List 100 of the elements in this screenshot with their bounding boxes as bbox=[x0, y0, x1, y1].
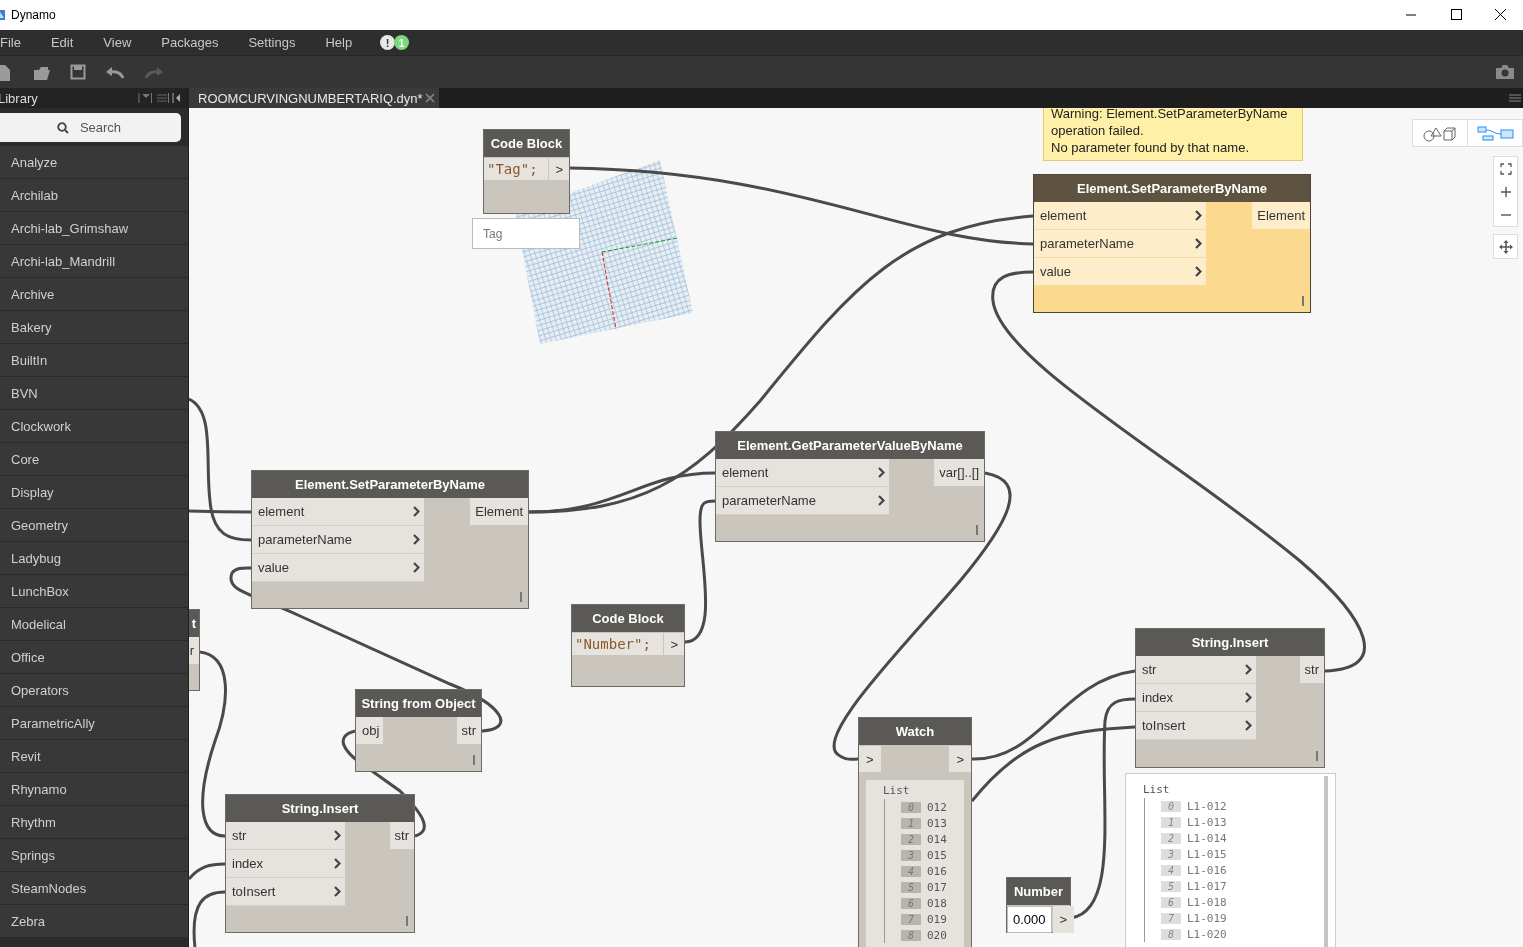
library-category[interactable]: Archi-lab_Mandrill bbox=[0, 245, 188, 278]
warning-badge[interactable]: ! bbox=[380, 35, 396, 50]
input-port[interactable]: index bbox=[1136, 684, 1256, 712]
input-port[interactable]: str bbox=[226, 822, 345, 850]
library-category[interactable]: Archilab bbox=[0, 179, 188, 212]
graph-node[interactable]: String.Insert str index toInsert str bbox=[225, 794, 415, 933]
menu-item[interactable]: Help bbox=[325, 35, 353, 50]
output-port[interactable]: > bbox=[949, 746, 971, 772]
output-port[interactable]: Element bbox=[470, 498, 528, 525]
library-category[interactable]: Rhythm bbox=[0, 806, 188, 839]
pan-icon[interactable] bbox=[1498, 239, 1513, 254]
library-category[interactable]: Bakery bbox=[0, 311, 188, 344]
list-value: L1-014 bbox=[1187, 831, 1227, 845]
input-port[interactable]: parameterName bbox=[1034, 230, 1206, 258]
library-category[interactable]: Archi-lab_Grimshaw bbox=[0, 212, 188, 245]
input-port[interactable]: element bbox=[716, 459, 889, 487]
list-icon[interactable] bbox=[155, 93, 169, 103]
library-category[interactable]: Display bbox=[0, 476, 188, 509]
node-title: t bbox=[189, 610, 199, 637]
library-category[interactable]: ParametricAlly bbox=[0, 707, 188, 740]
menu-icon[interactable] bbox=[1509, 93, 1521, 103]
library-category[interactable]: Ladybug bbox=[0, 542, 188, 575]
node-title: Element.SetParameterByName bbox=[252, 471, 528, 498]
node-title: Code Block bbox=[572, 605, 684, 632]
library-category[interactable]: BVN bbox=[0, 377, 188, 410]
menu-item[interactable]: Packages bbox=[161, 35, 219, 50]
graph-node[interactable]: Element.SetParameterByName element parameterName value Element bbox=[1033, 174, 1311, 313]
library-category[interactable]: LunchBox bbox=[0, 575, 188, 608]
input-port[interactable]: toInsert bbox=[226, 878, 345, 906]
library-category[interactable]: Modelical bbox=[0, 608, 188, 641]
library-category[interactable]: Analyze bbox=[0, 146, 188, 179]
search-field[interactable]: Search bbox=[0, 113, 181, 142]
list-index: 4 bbox=[901, 865, 921, 877]
scrollbar-thumb[interactable] bbox=[1324, 776, 1328, 947]
menu-item[interactable]: View bbox=[103, 35, 132, 50]
output-port[interactable]: var[]..[] bbox=[934, 459, 984, 486]
file-tab[interactable]: ROOMCURVINGNUMBERTARIQ.dyn* bbox=[189, 88, 439, 108]
library-category[interactable]: Springs bbox=[0, 839, 188, 872]
graph-node[interactable]: Code Block "Tag"; > bbox=[483, 129, 570, 214]
graph-node[interactable]: String.Insert str index toInsert str bbox=[1135, 628, 1325, 768]
zoom-to-fit-icon[interactable] bbox=[1499, 162, 1512, 175]
save-icon[interactable] bbox=[70, 62, 86, 82]
library-category[interactable]: Zebra bbox=[0, 905, 188, 938]
graph-node[interactable]: Watch > > List 0 012 1 013 2 014 3 015 4 016 5 017 6 018 7 019 8 020 bbox=[858, 717, 972, 947]
graph-node[interactable]: Code Block "Number"; > bbox=[571, 604, 685, 687]
input-port[interactable]: toInsert bbox=[1136, 712, 1256, 740]
input-port[interactable]: value bbox=[252, 554, 424, 582]
output-port[interactable]: r bbox=[189, 637, 199, 664]
collapse-icon[interactable] bbox=[172, 93, 182, 103]
graph-node[interactable]: Element.SetParameterByName element parameterName value Element bbox=[251, 470, 529, 609]
graph-node[interactable]: Element.GetParameterValueByName element parameterName var[]..[] bbox=[715, 431, 985, 542]
list-index: 8 bbox=[901, 929, 921, 941]
library-category[interactable]: Clockwork bbox=[0, 410, 188, 443]
output-port[interactable]: Element bbox=[1252, 202, 1310, 229]
list-index: 8 bbox=[1161, 928, 1181, 940]
menu-item[interactable]: Settings bbox=[248, 35, 296, 50]
library-category[interactable]: BuiltIn bbox=[0, 344, 188, 377]
output-port[interactable]: > bbox=[549, 158, 569, 180]
library-category[interactable]: SteamNodes bbox=[0, 872, 188, 905]
library-category[interactable]: Core bbox=[0, 443, 188, 476]
code-field[interactable]: "Tag"; bbox=[484, 158, 549, 180]
input-port[interactable]: element bbox=[252, 498, 424, 526]
input-port[interactable]: parameterName bbox=[252, 526, 424, 554]
list-index: 6 bbox=[901, 897, 921, 909]
warning-message: Warning: Element.SetParameterByName operation failed. No parameter found by that name. bbox=[1043, 108, 1303, 161]
chevron-icon bbox=[878, 495, 885, 506]
list-index: 1 bbox=[1161, 816, 1181, 828]
camera-icon[interactable] bbox=[1495, 64, 1515, 80]
list-value: L1-019 bbox=[1187, 911, 1227, 925]
list-index: 4 bbox=[1161, 864, 1181, 876]
input-port[interactable]: obj bbox=[356, 717, 383, 744]
output-port[interactable]: str bbox=[456, 717, 481, 744]
output-port[interactable]: > bbox=[664, 633, 684, 655]
library-category[interactable]: Archive bbox=[0, 278, 188, 311]
input-port[interactable]: parameterName bbox=[716, 487, 889, 515]
library-category[interactable]: Geometry bbox=[0, 509, 188, 542]
input-port[interactable]: index bbox=[226, 850, 345, 878]
input-port[interactable]: value bbox=[1034, 258, 1206, 286]
library-category[interactable]: Revit bbox=[0, 740, 188, 773]
menu-item[interactable]: Edit bbox=[50, 35, 74, 50]
zoom-in-icon[interactable] bbox=[1499, 185, 1512, 198]
code-field[interactable]: "Number"; bbox=[572, 633, 664, 655]
output-port[interactable]: str bbox=[389, 822, 414, 849]
output-port[interactable]: > bbox=[1052, 906, 1075, 933]
graph-node[interactable]: t r bbox=[189, 609, 200, 691]
library-category[interactable]: Office bbox=[0, 641, 188, 674]
input-port[interactable]: str bbox=[1136, 656, 1256, 684]
list-index: 5 bbox=[1161, 880, 1181, 892]
number-input[interactable]: 0.000 bbox=[1007, 906, 1052, 933]
close-icon[interactable] bbox=[425, 93, 435, 103]
library-category[interactable]: Rhynamo bbox=[0, 773, 188, 806]
graph-node[interactable]: Number 0.000 > bbox=[1006, 877, 1071, 933]
input-port[interactable]: element bbox=[1034, 202, 1206, 230]
graph-node[interactable]: String from Object obj str bbox=[355, 689, 482, 772]
output-port[interactable]: str bbox=[1299, 656, 1324, 683]
input-port[interactable]: > bbox=[859, 746, 881, 772]
filter-icon[interactable] bbox=[138, 93, 152, 103]
menu-item[interactable]: File bbox=[0, 35, 21, 50]
list-title: List bbox=[883, 784, 911, 799]
library-category[interactable]: Operators bbox=[0, 674, 188, 707]
